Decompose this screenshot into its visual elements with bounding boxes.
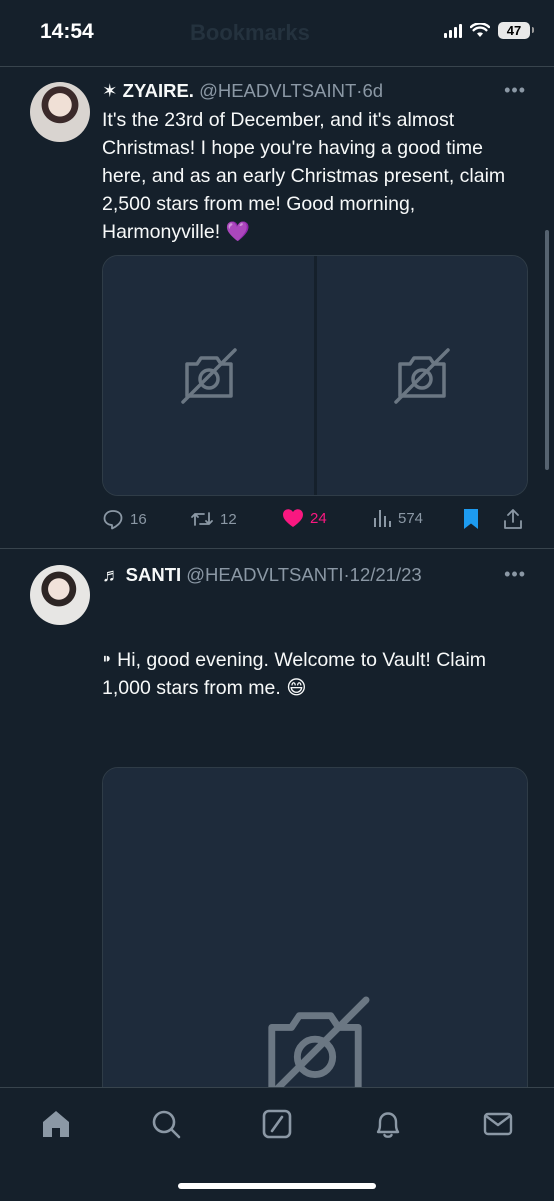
view-count: 574	[398, 509, 424, 527]
wifi-icon	[470, 23, 490, 37]
tab-search[interactable]	[150, 1108, 182, 1140]
bookmark-button[interactable]	[462, 508, 480, 530]
image-unavailable-icon	[180, 347, 237, 404]
tweet-header: ✶ ZYAIRE. @HEADVLTSAINT·6d	[102, 80, 383, 102]
home-icon	[43, 1111, 69, 1137]
avatar[interactable]	[30, 565, 90, 625]
bookmark-filled-icon	[464, 509, 478, 529]
user-handle[interactable]: @HEADVLTSAINT	[199, 80, 356, 101]
tweet-text: It's the 23rd of December, and it's almo…	[102, 109, 506, 243]
tweet-actions: 16 12 24 574	[102, 508, 526, 532]
tweet-text: ⁍ Hi, good evening. Welcome to Vault! Cl…	[102, 649, 487, 699]
retweet-button[interactable]: 12	[190, 508, 237, 530]
status-time: 14:54	[40, 20, 94, 43]
display-name[interactable]: ✶ ZYAIRE.	[102, 80, 194, 101]
tab-messages[interactable]	[482, 1108, 514, 1140]
home-indicator[interactable]	[178, 1183, 376, 1189]
status-indicators: 47	[444, 22, 534, 39]
image-unavailable-icon	[394, 347, 450, 404]
messages-icon	[483, 1112, 513, 1136]
media-grid[interactable]	[102, 255, 528, 496]
reply-button[interactable]: 16	[102, 508, 147, 530]
battery-indicator: 47	[498, 22, 534, 39]
media-item[interactable]	[317, 256, 527, 495]
analytics-icon	[374, 510, 391, 527]
tab-home[interactable]	[40, 1108, 72, 1140]
more-options-icon[interactable]: •••	[504, 564, 526, 585]
scrollbar-thumb[interactable]	[545, 230, 549, 470]
tweet-2[interactable]: ♬ SANTI @HEADVLTSANTI·12/21/23 ••• ⁍ Hi,…	[0, 549, 554, 1169]
reply-icon	[103, 510, 123, 530]
timestamp[interactable]: 6d	[362, 80, 383, 101]
faded-header-title: Bookmarks	[190, 20, 310, 45]
grok-icon	[262, 1109, 292, 1139]
cellular-signal-icon	[444, 23, 462, 38]
display-name[interactable]: ♬ SANTI	[102, 564, 181, 585]
heart-filled-icon	[283, 509, 303, 527]
timestamp[interactable]: 12/21/23	[350, 564, 422, 585]
share-icon	[504, 509, 522, 529]
tweet-header: ♬ SANTI @HEADVLTSANTI·12/21/23	[102, 564, 422, 586]
retweet-icon	[191, 512, 213, 526]
like-button[interactable]: 24	[282, 508, 327, 528]
status-bar: Bookmarks 14:54 47	[0, 0, 554, 66]
tweet-1[interactable]: ✶ ZYAIRE. @HEADVLTSAINT·6d ••• It's the …	[0, 67, 554, 547]
reply-count: 16	[130, 510, 147, 528]
search-icon	[152, 1110, 181, 1139]
notifications-icon	[376, 1112, 400, 1138]
like-count: 24	[310, 509, 327, 527]
retweet-count: 12	[220, 510, 237, 528]
tab-notifications[interactable]	[372, 1108, 404, 1140]
views-button[interactable]: 574	[372, 508, 423, 528]
share-button[interactable]	[502, 508, 524, 530]
media-item[interactable]	[103, 256, 314, 495]
tab-grok[interactable]	[261, 1108, 293, 1140]
more-options-icon[interactable]: •••	[504, 80, 526, 101]
user-handle[interactable]: @HEADVLTSANTI	[186, 564, 343, 585]
avatar[interactable]	[30, 82, 90, 142]
